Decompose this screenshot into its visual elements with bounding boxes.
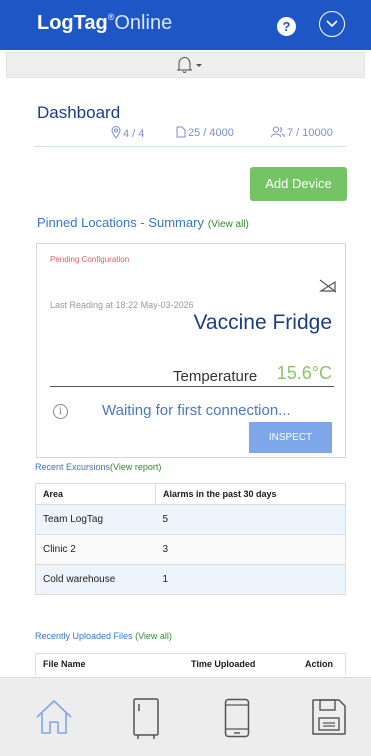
area-cell: Team LogTag xyxy=(35,504,156,535)
view-all-link[interactable]: (View all) xyxy=(208,219,249,230)
device-name: Vaccine Fridge xyxy=(193,311,332,334)
temperature-value: 15.6°C xyxy=(276,363,332,383)
view-report-link[interactable]: (View report) xyxy=(110,462,161,472)
area-cell: Cold warehouse xyxy=(35,564,156,595)
users-icon xyxy=(271,126,285,138)
table-row[interactable]: Cold warehouse 1 xyxy=(35,564,346,595)
page-title: Dashboard xyxy=(37,103,121,122)
divider xyxy=(34,146,346,147)
connection-status: Waiting for first connection... xyxy=(102,402,291,419)
info-icon: i xyxy=(53,404,68,419)
excursions-table: Area Alarms in the past 30 days Team Log… xyxy=(35,483,346,595)
location-card[interactable]: Pending Configuration Last Reading at 18… xyxy=(36,243,346,458)
table-row[interactable]: Team LogTag 5 xyxy=(35,504,346,535)
column-header: Time Uploaded xyxy=(191,659,256,669)
files-stat: 25 / 4000 xyxy=(176,126,234,139)
last-reading: Last Reading at 18:22 May-03-2026 xyxy=(50,300,194,310)
app-header: LogTag®Online ? xyxy=(0,0,371,50)
file-icon xyxy=(176,126,186,138)
no-signal-icon xyxy=(318,279,337,298)
area-cell: Clinic 2 xyxy=(35,534,156,565)
mobile-device-icon[interactable] xyxy=(224,698,250,743)
column-header: File Name xyxy=(43,659,86,669)
pinned-locations-title: Pinned Locations - Summary (View all) xyxy=(37,215,249,230)
bottom-nav xyxy=(0,677,371,756)
recent-files-title: Recently Uploaded Files (View all) xyxy=(35,631,172,641)
logtag-online-logo[interactable]: LogTag®Online xyxy=(37,12,172,35)
alarms-cell: 5 xyxy=(155,504,346,535)
fridge-icon[interactable] xyxy=(131,698,161,745)
bell-icon[interactable] xyxy=(174,55,204,80)
column-header: Alarms in the past 30 days xyxy=(155,483,346,505)
inspect-button[interactable]: INSPECT xyxy=(249,422,332,453)
chevron-down-circle-icon[interactable] xyxy=(319,11,345,37)
table-row[interactable]: Clinic 2 3 xyxy=(35,534,346,565)
notification-bar xyxy=(6,52,365,78)
status-text: Pending Configuration xyxy=(50,255,130,264)
view-all-files-link[interactable]: (View all) xyxy=(135,631,172,641)
column-header: Action xyxy=(305,659,333,669)
alarms-cell: 3 xyxy=(155,534,346,565)
question-circle-icon[interactable]: ? xyxy=(277,17,296,36)
users-stat: 7 / 10000 xyxy=(271,126,333,139)
location-pin-icon xyxy=(111,126,121,139)
recent-excursions-title: Recent Excursions(View report) xyxy=(35,462,162,472)
column-header: Area xyxy=(35,483,156,505)
home-icon[interactable] xyxy=(35,698,73,741)
save-icon[interactable] xyxy=(311,698,347,741)
temperature-label: Temperature xyxy=(173,368,258,385)
alarms-cell: 1 xyxy=(155,564,346,595)
add-device-button[interactable]: Add Device xyxy=(250,167,347,201)
locations-stat: 4 / 4 xyxy=(111,126,144,140)
divider xyxy=(50,386,334,387)
files-table: File Name Time Uploaded Action xyxy=(35,653,346,675)
